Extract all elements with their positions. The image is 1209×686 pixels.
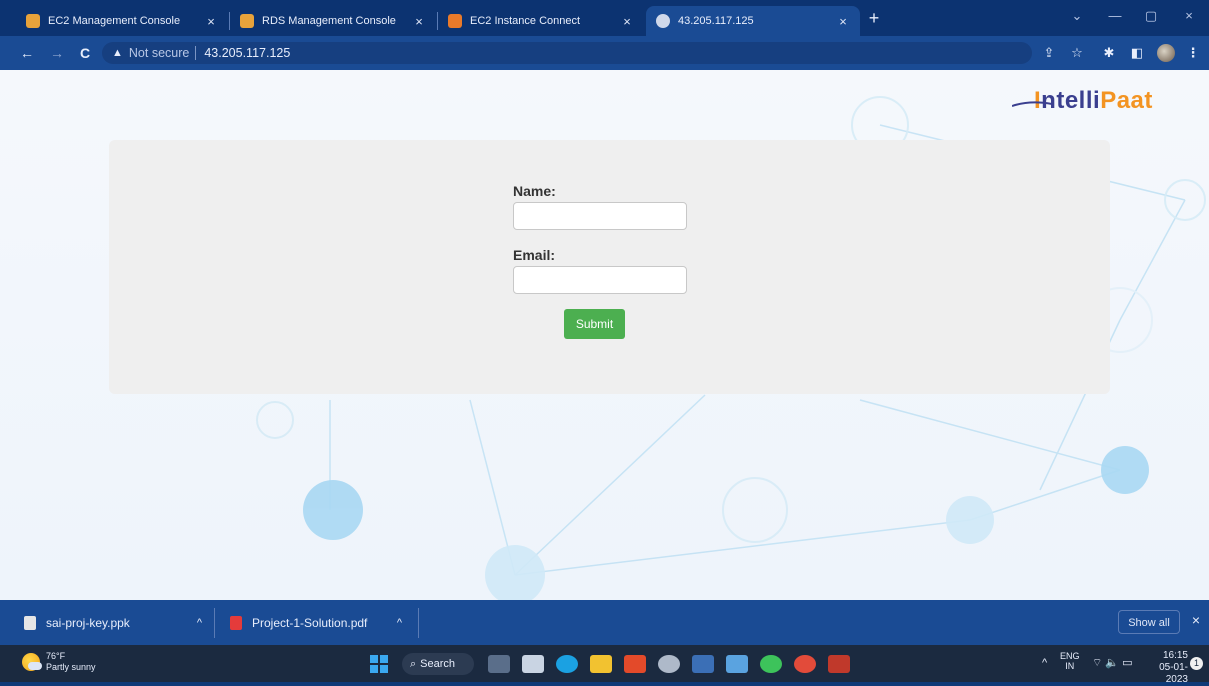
weather-temp: 76°F — [46, 651, 66, 661]
download-bar-close-icon[interactable]: × — [1188, 612, 1204, 628]
tab-search-button[interactable]: ⌄ — [1062, 6, 1092, 26]
download-separator — [214, 608, 215, 638]
download-item-ppk[interactable]: sai-proj-key.ppk ^ — [24, 612, 202, 634]
settings-gear-icon[interactable] — [658, 655, 680, 673]
tab-label: 43.205.117.125 — [678, 15, 754, 27]
name-input[interactable] — [513, 202, 687, 230]
page-viewport: IntelliPaat Name: Email: Submit — [0, 70, 1209, 600]
close-icon[interactable]: × — [204, 14, 218, 29]
url-text: 43.205.117.125 — [204, 46, 291, 60]
back-button[interactable]: ← — [16, 44, 38, 62]
search-icon: ⌕ — [410, 657, 417, 670]
browser-menu-icon[interactable]: ⋮ — [1184, 45, 1202, 61]
notepad-icon[interactable] — [726, 655, 748, 673]
chevron-up-icon[interactable]: ^ — [197, 617, 202, 629]
weather-widget[interactable]: 76°F Partly sunny — [22, 651, 96, 673]
logo-accent-text: Paat — [1100, 87, 1153, 114]
bookmark-star-icon[interactable]: ☆ — [1068, 45, 1086, 61]
chevron-up-icon[interactable]: ^ — [397, 617, 402, 629]
extensions-puzzle-icon[interactable]: ✱ — [1100, 45, 1118, 61]
notification-badge[interactable]: 1 — [1190, 657, 1203, 670]
window-close-button[interactable]: × — [1174, 6, 1204, 26]
pdf-file-icon — [230, 616, 242, 630]
windows-taskbar: 76°F Partly sunny ⌕ Search ^ ENG IN ⌔ 🔈 … — [0, 645, 1209, 685]
reload-button[interactable]: C — [74, 44, 96, 62]
lang-bottom: IN — [1065, 661, 1075, 671]
download-filename: Project-1-Solution.pdf — [252, 616, 368, 630]
partly-sunny-icon — [22, 653, 42, 671]
tab-label: RDS Management Console — [262, 15, 396, 27]
edge-browser-icon[interactable] — [556, 655, 578, 673]
not-secure-label[interactable]: Not secure — [129, 46, 189, 60]
show-all-button[interactable]: Show all — [1118, 610, 1180, 634]
tab-ec2-console[interactable]: EC2 Management Console × — [16, 6, 228, 36]
tab-rds-console[interactable]: RDS Management Console × — [230, 6, 436, 36]
logo-swoosh-icon — [1012, 101, 1052, 107]
form-card: Name: Email: Submit — [109, 140, 1110, 394]
weather-desc: Partly sunny — [46, 662, 96, 672]
lang-top: ENG — [1060, 651, 1080, 661]
intellipaat-logo: IntelliPaat — [1012, 76, 1153, 126]
share-icon[interactable]: ⇪ — [1040, 45, 1058, 61]
tab-strip: EC2 Management Console × RDS Management … — [0, 0, 1209, 36]
maximize-button[interactable]: ▢ — [1136, 6, 1166, 26]
language-indicator[interactable]: ENG IN — [1060, 651, 1080, 671]
tab-active-page[interactable]: 43.205.117.125 × — [646, 6, 860, 36]
tab-label: EC2 Management Console — [48, 15, 181, 27]
address-bar-row: ← → C ▲ Not secure 43.205.117.125 ⇪ ☆ ✱ … — [0, 36, 1209, 70]
submit-button[interactable]: Submit — [564, 309, 625, 339]
app-icon[interactable] — [692, 655, 714, 673]
forward-button[interactable]: → — [46, 44, 68, 62]
taskbar-apps: ⌕ Search — [370, 652, 862, 676]
tab-label: EC2 Instance Connect — [470, 15, 581, 27]
windows-start-icon[interactable] — [370, 655, 388, 673]
folder-icon[interactable] — [590, 655, 612, 673]
aws-cube-icon — [240, 14, 254, 28]
close-icon[interactable]: × — [620, 14, 634, 29]
aws-cube-icon — [448, 14, 462, 28]
email-input[interactable] — [513, 266, 687, 294]
tab-ec2-instance-connect[interactable]: EC2 Instance Connect × — [438, 6, 644, 36]
aws-cube-icon — [26, 14, 40, 28]
clock-time: 16:15 — [1162, 650, 1188, 661]
divider — [195, 46, 197, 60]
download-bar: sai-proj-key.ppk ^ Project-1-Solution.pd… — [0, 600, 1209, 645]
download-separator — [418, 608, 419, 638]
new-tab-button[interactable]: + — [864, 8, 884, 28]
email-label: Email: — [513, 247, 556, 263]
globe-icon — [656, 14, 670, 28]
close-icon[interactable]: × — [836, 14, 850, 29]
search-label: Search — [420, 658, 456, 670]
taskbar-clock[interactable]: 16:15 05-01-2023 — [1150, 650, 1188, 686]
file-explorer-calendar-icon[interactable] — [522, 655, 544, 673]
download-filename: sai-proj-key.ppk — [46, 616, 130, 630]
name-label: Name: — [513, 183, 556, 199]
warning-icon: ▲ — [112, 47, 123, 59]
download-item-pdf[interactable]: Project-1-Solution.pdf ^ — [230, 612, 402, 634]
side-panel-icon[interactable]: ◧ — [1128, 45, 1146, 61]
profile-avatar[interactable] — [1157, 44, 1175, 62]
minimize-button[interactable]: — — [1100, 6, 1130, 26]
address-input[interactable]: ▲ Not secure 43.205.117.125 — [102, 42, 1032, 64]
filezilla-icon[interactable] — [828, 655, 850, 673]
clock-date: 05-01-2023 — [1159, 662, 1188, 685]
office-icon[interactable] — [624, 655, 646, 673]
taskbar-search[interactable]: ⌕ Search — [402, 653, 474, 675]
whatsapp-icon[interactable] — [760, 655, 782, 673]
chrome-icon[interactable] — [794, 655, 816, 673]
close-icon[interactable]: × — [412, 14, 426, 29]
task-view-icon[interactable] — [488, 655, 510, 673]
tray-chevron-icon[interactable]: ^ — [1042, 657, 1047, 669]
tray-status-icons[interactable]: ⌔ 🔈 ▭ — [1092, 656, 1133, 670]
file-key-icon — [24, 616, 36, 630]
